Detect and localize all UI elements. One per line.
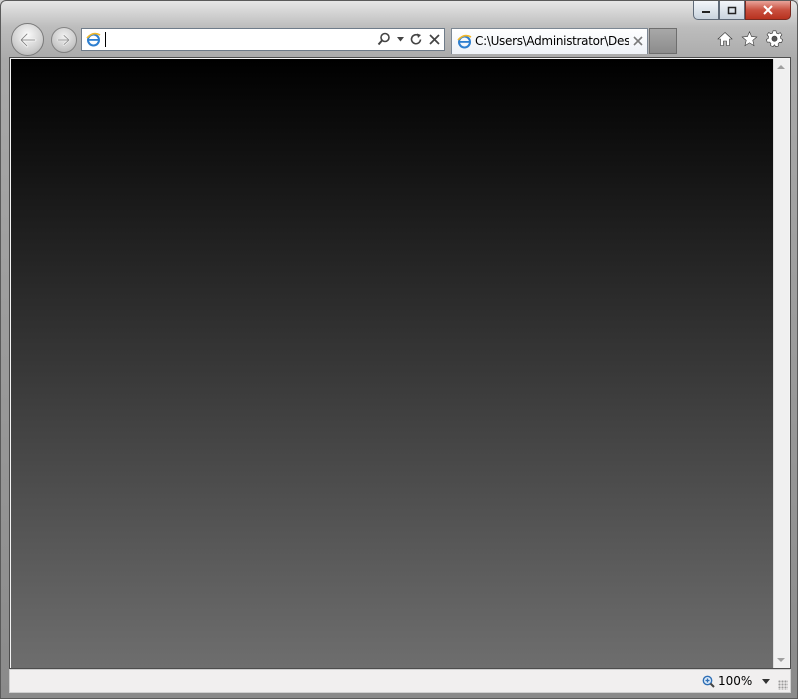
forward-button[interactable] <box>51 27 77 53</box>
tab-title: C:\Users\Administrator\Des… <box>475 34 629 48</box>
ie-tab-icon <box>457 34 472 49</box>
home-icon[interactable] <box>717 30 733 47</box>
forward-arrow-icon <box>56 34 71 46</box>
text-caret <box>105 32 106 47</box>
restore-button[interactable] <box>719 1 745 20</box>
scroll-up-icon[interactable] <box>777 65 785 69</box>
dropdown-icon[interactable] <box>397 36 404 42</box>
close-button[interactable] <box>745 1 791 20</box>
content-frame <box>9 57 791 669</box>
caption-buttons <box>693 1 791 21</box>
stop-icon[interactable] <box>429 33 440 45</box>
minimize-icon <box>702 11 710 13</box>
back-arrow-icon <box>19 32 36 47</box>
restore-icon <box>727 6 737 14</box>
web-page-viewport[interactable] <box>11 59 774 668</box>
zoom-dropdown-icon[interactable] <box>762 679 770 684</box>
new-tab-button[interactable] <box>649 28 677 54</box>
browser-window: C:\Users\Administrator\Des… 100% <box>0 0 798 699</box>
tab-close-icon[interactable] <box>633 36 643 46</box>
tab-active[interactable]: C:\Users\Administrator\Des… <box>451 28 648 54</box>
zoom-magnifier-icon <box>702 675 715 688</box>
ie-page-icon <box>86 32 101 47</box>
scroll-down-icon[interactable] <box>777 658 785 662</box>
status-bar: 100% <box>9 669 791 693</box>
refresh-icon[interactable] <box>410 33 423 46</box>
search-icon[interactable] <box>377 32 391 46</box>
minimize-button[interactable] <box>693 1 719 20</box>
zoom-level: 100% <box>718 674 753 688</box>
zoom-control[interactable]: 100% <box>702 674 752 688</box>
tools-gear-icon[interactable] <box>766 30 783 47</box>
close-icon <box>763 5 773 15</box>
favorites-star-icon[interactable] <box>741 30 758 47</box>
address-bar[interactable] <box>81 28 445 51</box>
resize-grip-icon[interactable] <box>778 680 788 690</box>
back-button[interactable] <box>11 23 44 56</box>
vertical-scrollbar[interactable] <box>773 59 789 668</box>
command-icons <box>717 30 783 47</box>
